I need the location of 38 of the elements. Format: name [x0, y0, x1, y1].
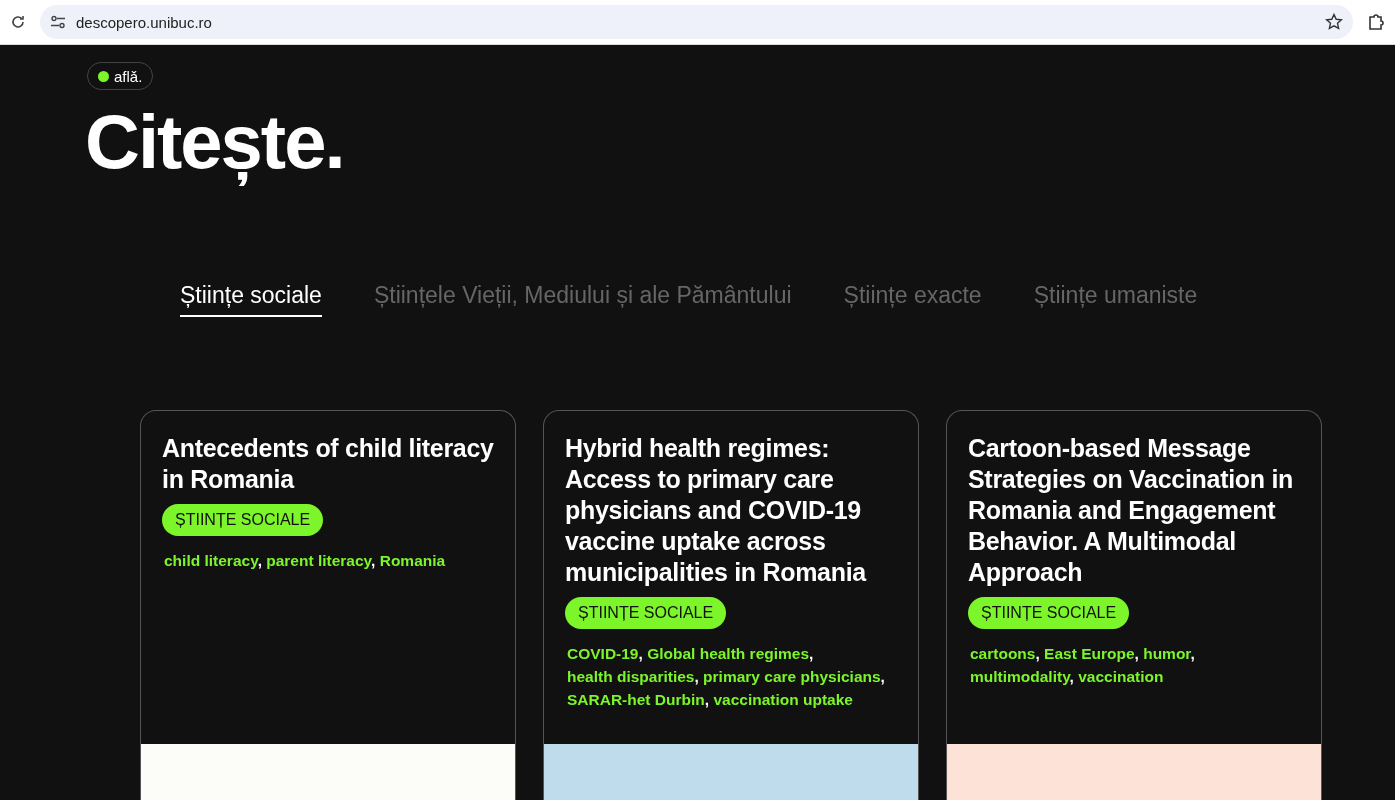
keyword-link[interactable]: health disparities: [567, 668, 695, 685]
keyword-link[interactable]: Romania: [379, 552, 446, 569]
bookmark-star-icon[interactable]: [1325, 13, 1343, 31]
keyword-separator: ,: [694, 668, 699, 685]
keyword-link[interactable]: humor: [1143, 645, 1191, 662]
category-tag: ȘTIINȚE SOCIALE: [162, 504, 324, 536]
badge-label: aflǎ.: [114, 67, 143, 85]
category-tag: ȘTIINȚE SOCIALE: [565, 597, 727, 629]
url-text: descopero.unibuc.ro: [76, 13, 213, 31]
keyword-link[interactable]: COVID-19: [567, 645, 639, 662]
article-title[interactable]: Cartoon-based Message Strategies on Vaccination in Romania and Engagement Behavior. A Multimodal Approach: [968, 433, 1301, 588]
keyword-separator: ,: [371, 552, 376, 569]
keyword-separator: ,: [809, 645, 814, 662]
reload-icon[interactable]: [10, 14, 26, 30]
keyword-separator: ,: [704, 691, 710, 708]
keyword-separator: ,: [1190, 645, 1195, 662]
keyword-link[interactable]: SARAR-het Durbin: [567, 691, 705, 708]
article-title[interactable]: Hybrid health regimes: Access to primary care physicians and COVID-19 vaccine uptake across municipalities in Romania: [565, 433, 898, 588]
keyword-link[interactable]: multimodality: [970, 668, 1070, 685]
keyword-link[interactable]: cartoons: [970, 645, 1036, 662]
keyword-separator: ,: [880, 668, 885, 685]
keyword-separator: ,: [638, 645, 643, 662]
keyword-separator: ,: [1035, 645, 1040, 662]
page-heading: Citește.: [85, 98, 345, 188]
keyword-separator: ,: [1134, 645, 1139, 662]
category-tag: ȘTIINȚE SOCIALE: [968, 597, 1130, 629]
article-title[interactable]: Antecedents of child literacy in Romania: [162, 433, 495, 495]
extensions-icon[interactable]: [1367, 13, 1385, 31]
keyword-link[interactable]: parent literacy: [266, 552, 372, 569]
keyword-link[interactable]: vaccination: [1078, 668, 1164, 685]
keyword-link[interactable]: vaccination uptake: [713, 691, 853, 708]
keyword-link[interactable]: child literacy: [164, 552, 258, 569]
category-tab[interactable]: Științe sociale: [180, 282, 322, 317]
keyword-link[interactable]: Global health regimes: [647, 645, 810, 662]
keyword-link[interactable]: East Europe: [1044, 645, 1135, 662]
keyword-link[interactable]: primary care physicians: [703, 668, 881, 685]
address-bar[interactable]: descopero.unibuc.ro: [40, 5, 1353, 39]
site-settings-icon[interactable]: [50, 15, 66, 29]
